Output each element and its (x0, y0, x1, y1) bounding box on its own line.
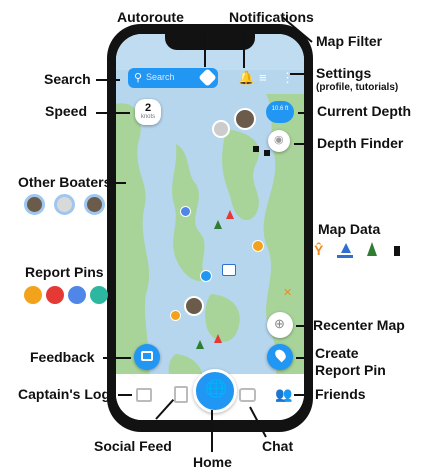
label-other-boaters: Other Boaters (18, 174, 112, 190)
search-icon: ⚲ (134, 72, 143, 84)
leader-line (96, 112, 130, 114)
leader-line (290, 73, 312, 75)
leader-line (112, 182, 126, 184)
pin-marker[interactable] (180, 206, 191, 217)
report-pin-icon-fish (90, 286, 108, 304)
black-marker-icon (394, 246, 400, 256)
leader-line (296, 357, 313, 359)
create-report-pin-button[interactable] (267, 344, 293, 370)
recenter-map-button[interactable]: ⊕ (267, 312, 293, 338)
label-home: Home (193, 454, 232, 470)
autoroute-icon[interactable] (198, 68, 217, 87)
label-autoroute: Autoroute (117, 9, 184, 25)
current-depth-badge[interactable]: 10.6 ft (266, 101, 294, 123)
label-report-pins: Report Pins (25, 264, 104, 280)
phone-notch (165, 33, 255, 50)
pin-marker[interactable] (252, 240, 264, 252)
label-map-filter: Map Filter (316, 33, 383, 49)
speed-value: 2 (144, 102, 152, 114)
marker (264, 150, 270, 156)
leader-line (298, 112, 313, 114)
buoy-marker (214, 220, 222, 229)
notification-bell-icon[interactable]: 🔔 (238, 70, 254, 86)
label-recenter-map: Recenter Map (313, 317, 405, 333)
label-search: Search (44, 71, 91, 87)
marina-icon (337, 243, 353, 258)
label-friends: Friends (315, 386, 366, 402)
marina-marker (222, 264, 236, 276)
leader-line (103, 357, 131, 359)
filter-icon[interactable]: ≡ (259, 70, 267, 85)
boater-avatar-1 (24, 194, 45, 215)
leader-line (296, 325, 311, 327)
feedback-button[interactable] (134, 344, 160, 370)
boater-avatar-3 (84, 194, 105, 215)
marker (253, 146, 259, 152)
speed-button[interactable]: 2 knots (135, 99, 161, 125)
report-pin-icon-warning (24, 286, 42, 304)
depth-finder-button[interactable]: ◉ (268, 130, 290, 152)
leader-line (294, 143, 313, 145)
restaurant-marker: ✕ (283, 287, 293, 299)
green-buoy-icon (367, 242, 377, 256)
location-pin-icon (273, 347, 288, 363)
leader-line (294, 394, 313, 396)
speed-unit: knots (140, 114, 156, 120)
friends-icon[interactable]: 👥 (275, 386, 292, 403)
depth-finder-icon: ◉ (274, 134, 284, 146)
social-feed-icon[interactable] (174, 386, 188, 403)
crosshair-icon: ⊕ (274, 316, 285, 331)
globe-icon: 🌐 (205, 379, 228, 399)
label-captains-log: Captain's Log (18, 386, 110, 402)
label-map-data: Map Data (318, 221, 381, 237)
report-pin-icon-alert (46, 286, 64, 304)
boater-marker[interactable] (234, 108, 256, 130)
restaurant-icon: Ŷ (314, 242, 324, 258)
pin-marker[interactable] (200, 270, 212, 282)
label-social-feed: Social Feed (94, 438, 172, 454)
report-pin-icon-info (68, 286, 86, 304)
label-notifications: Notifications (229, 9, 314, 25)
sail-shape (341, 243, 351, 253)
pin-marker[interactable] (170, 310, 181, 321)
boater-marker[interactable] (184, 296, 204, 316)
search-bar[interactable]: ⚲ Search (128, 68, 218, 88)
leader-line (211, 410, 213, 452)
buoy-marker (196, 340, 204, 349)
label-settings-sub: (profile, tutorials) (316, 82, 399, 93)
label-current-depth: Current Depth (317, 103, 412, 119)
leader-line (118, 394, 132, 396)
label-settings: Settings (316, 65, 372, 81)
captains-log-icon[interactable] (136, 388, 152, 402)
label-speed: Speed (45, 103, 88, 119)
leader-line (96, 79, 120, 81)
label-chat: Chat (262, 438, 294, 454)
chat-icon[interactable] (239, 388, 256, 402)
label-depth-finder: Depth Finder (317, 135, 404, 151)
label-feedback: Feedback (30, 349, 95, 365)
home-button[interactable]: 🌐 (193, 369, 237, 413)
boater-marker[interactable] (212, 120, 230, 138)
buoy-marker (226, 210, 234, 219)
boater-avatar-2 (54, 194, 75, 215)
feedback-icon (141, 351, 153, 361)
search-placeholder: Search (146, 72, 175, 82)
depth-value: 10.6 ft (271, 106, 289, 112)
leader-line (243, 27, 245, 68)
leader-line (204, 27, 206, 67)
label-create-report-pin: Create Report Pin (315, 345, 386, 378)
buoy-marker (214, 334, 222, 343)
